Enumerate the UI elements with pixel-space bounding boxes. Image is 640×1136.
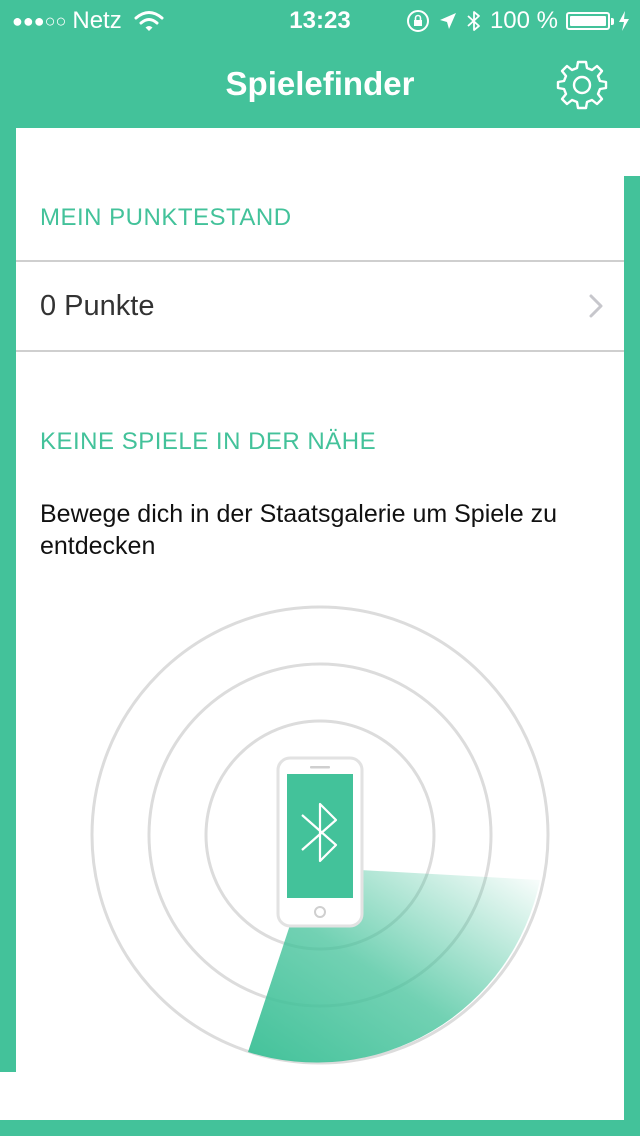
score-row[interactable]: 0 Punkte [16, 262, 624, 350]
status-right: 100 % [406, 7, 630, 35]
navigation-bar: Spielefinder [0, 40, 640, 128]
divider [16, 350, 624, 352]
score-value: 0 Punkte [40, 290, 155, 322]
phone-icon [276, 756, 364, 928]
orientation-lock-icon [406, 10, 429, 32]
status-bar: ●●●○○ Netz 13:23 100 % [0, 0, 640, 40]
charging-bolt-icon [619, 11, 629, 31]
battery-level [570, 16, 606, 26]
score-section-header: MEIN PUNKTESTAND [40, 204, 292, 231]
frame-bottom-edge [0, 1120, 640, 1136]
gear-icon [556, 60, 608, 110]
battery-icon [566, 12, 614, 30]
games-section-header: KEINE SPIELE IN DER NÄHE [40, 428, 377, 455]
games-description: Bewege dich in der Staatsgalerie um Spie… [40, 500, 557, 560]
battery-percent: 100 % [489, 7, 558, 34]
page-title: Spielefinder [225, 65, 415, 102]
bluetooth-icon [467, 11, 480, 31]
chevron-right-icon [589, 294, 603, 318]
radar-illustration [90, 605, 550, 1065]
location-arrow-icon [439, 13, 456, 29]
settings-button[interactable] [554, 56, 610, 112]
